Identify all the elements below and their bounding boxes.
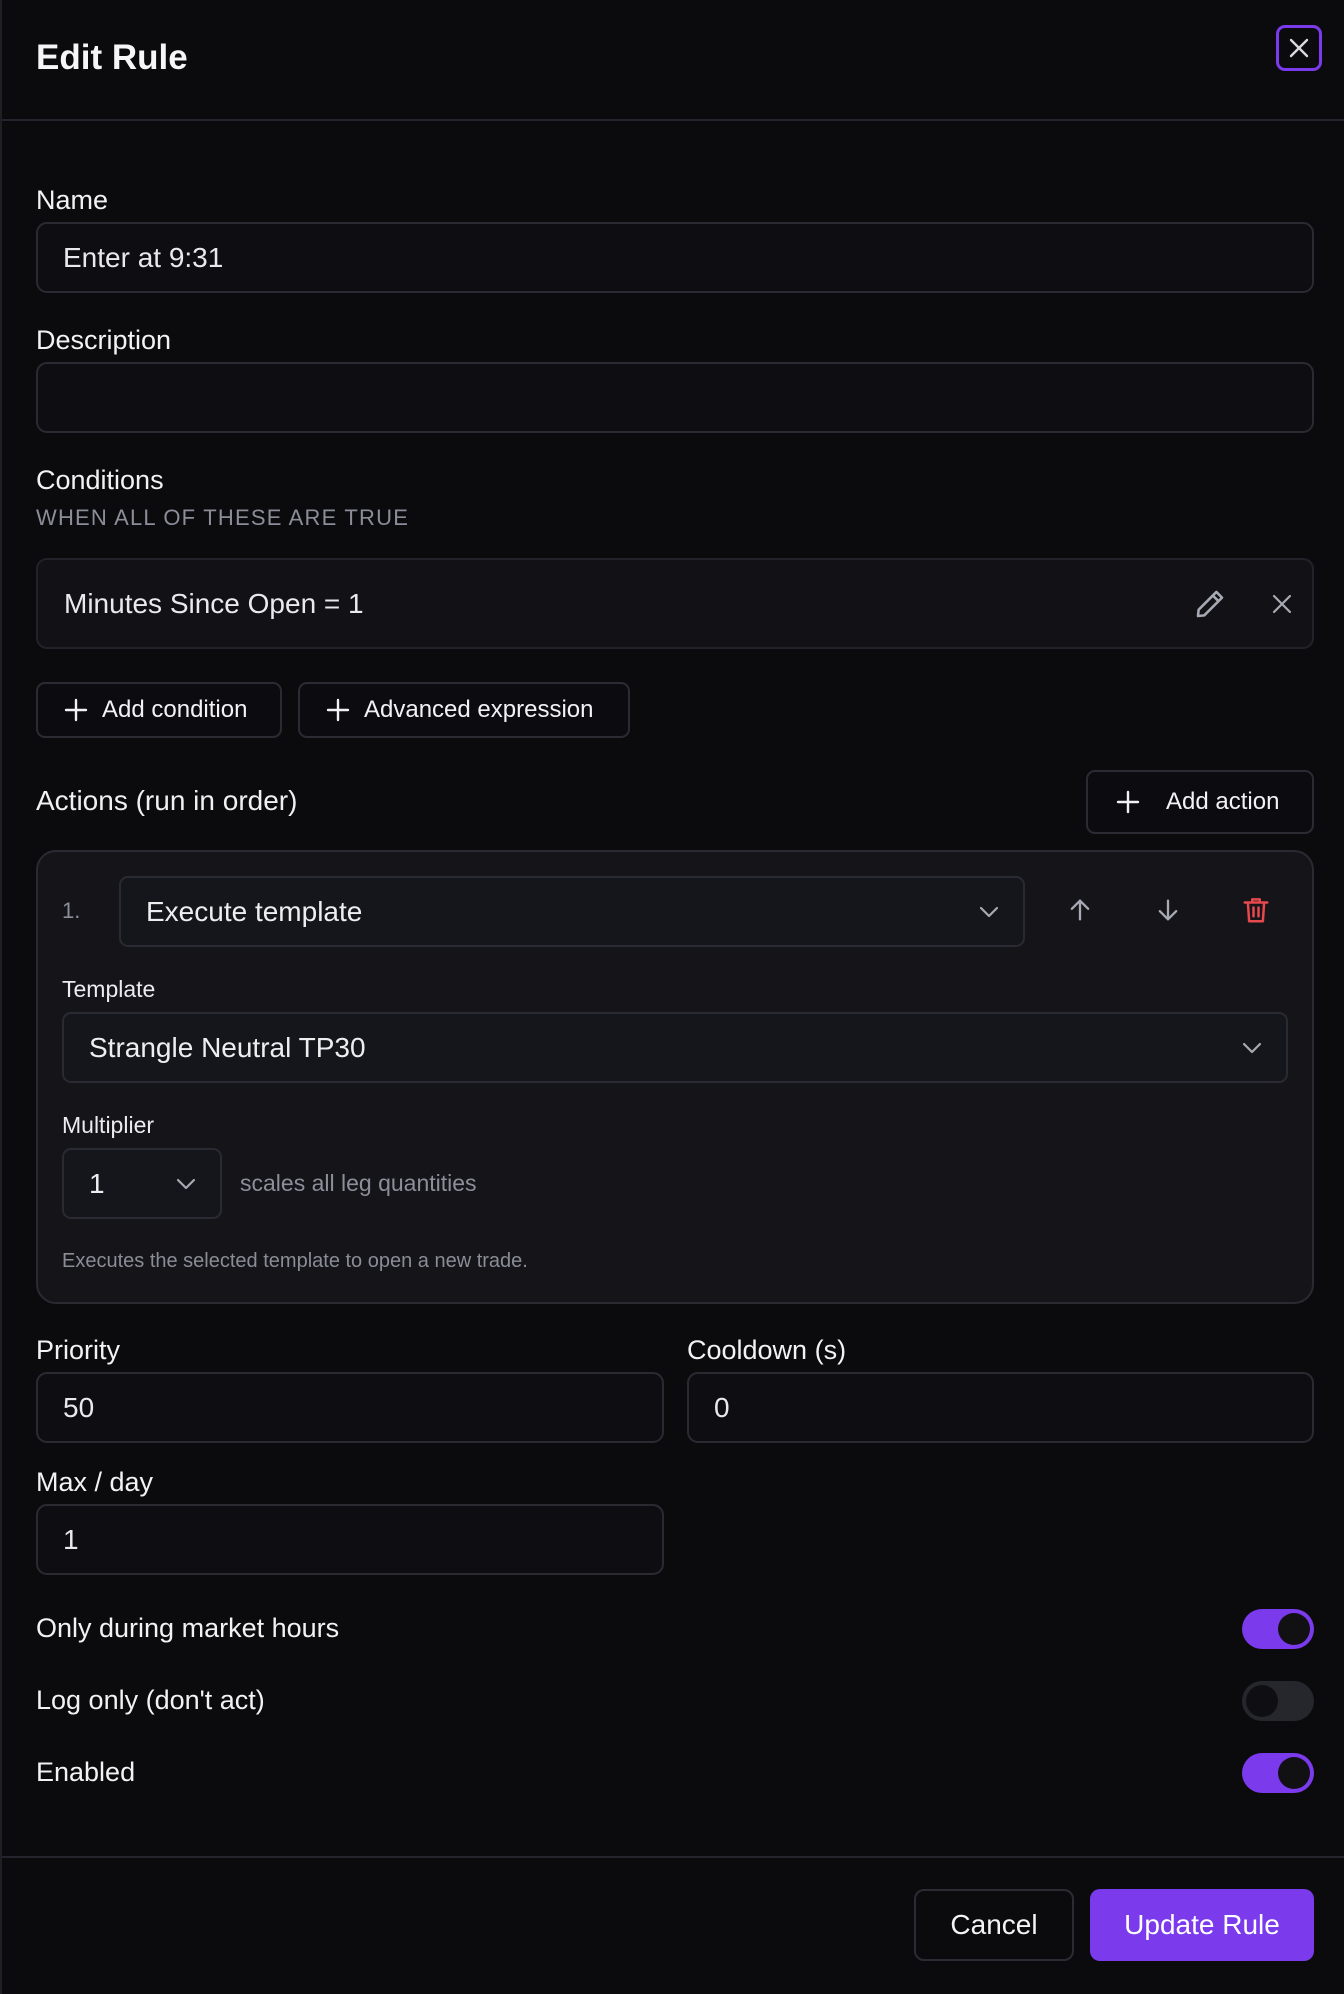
log-only-toggle[interactable] — [1242, 1681, 1314, 1721]
advanced-expression-button[interactable]: Advanced expression — [298, 682, 630, 738]
description-input[interactable] — [36, 362, 1314, 433]
update-rule-button[interactable]: Update Rule — [1090, 1889, 1314, 1961]
action-card: 1. Execute template Template Strangle Ne… — [36, 850, 1314, 1304]
delete-action-button[interactable] — [1234, 888, 1278, 932]
move-down-button[interactable] — [1146, 888, 1190, 932]
name-label: Name — [36, 185, 109, 215]
close-button[interactable] — [1276, 25, 1322, 71]
description-label: Description — [36, 325, 172, 355]
plus-icon — [1116, 790, 1140, 814]
dialog-title: Edit Rule — [36, 38, 188, 77]
action-description: Executes the selected template to open a… — [62, 1250, 528, 1272]
remove-condition-button[interactable] — [1260, 582, 1304, 626]
chevron-down-icon — [176, 1178, 196, 1190]
priority-input[interactable]: 50 — [36, 1372, 664, 1443]
action-index: 1. — [62, 898, 81, 923]
action-type-value: Execute template — [146, 895, 363, 927]
edit-rule-dialog: Edit Rule Name Enter at 9:31 Description… — [0, 0, 1344, 1994]
cooldown-input[interactable]: 0 — [687, 1372, 1314, 1443]
chevron-down-icon — [979, 906, 999, 918]
multiplier-label: Multiplier — [62, 1112, 155, 1138]
plus-icon — [64, 698, 88, 722]
name-input[interactable]: Enter at 9:31 — [36, 222, 1314, 293]
multiplier-value: 1 — [89, 1167, 105, 1199]
dialog-header: Edit Rule — [2, 0, 1344, 121]
edit-condition-button[interactable] — [1188, 582, 1232, 626]
plus-icon — [326, 698, 350, 722]
pencil-icon — [1196, 590, 1224, 618]
chevron-down-icon — [1242, 1042, 1262, 1054]
advanced-expression-label: Advanced expression — [364, 696, 594, 723]
multiplier-select[interactable]: 1 — [62, 1148, 222, 1219]
trash-icon — [1243, 898, 1269, 923]
close-icon — [1289, 38, 1309, 58]
priority-label: Priority — [36, 1335, 121, 1365]
template-select[interactable]: Strangle Neutral TP30 — [62, 1012, 1288, 1083]
max-per-day-input[interactable]: 1 — [36, 1504, 664, 1575]
enabled-label: Enabled — [36, 1757, 136, 1787]
add-condition-label: Add condition — [102, 696, 248, 723]
cancel-button[interactable]: Cancel — [914, 1889, 1074, 1961]
add-action-button[interactable]: Add action — [1086, 770, 1314, 834]
market-hours-toggle[interactable] — [1242, 1609, 1314, 1649]
max-per-day-label: Max / day — [36, 1467, 154, 1497]
add-condition-button[interactable]: Add condition — [36, 682, 282, 738]
actions-title: Actions (run in order) — [36, 785, 298, 816]
template-value: Strangle Neutral TP30 — [89, 1031, 366, 1063]
action-type-select[interactable]: Execute template — [119, 876, 1025, 947]
conditions-sublabel: WHEN ALL OF THESE ARE TRUE — [36, 505, 410, 530]
condition-text: Minutes Since Open = 1 — [64, 588, 364, 619]
multiplier-hint: scales all leg quantities — [240, 1170, 477, 1196]
add-action-label: Add action — [1166, 788, 1280, 815]
conditions-label: Conditions — [36, 465, 164, 495]
move-up-button[interactable] — [1058, 888, 1102, 932]
log-only-label: Log only (don't act) — [36, 1685, 265, 1715]
cooldown-label: Cooldown (s) — [687, 1335, 847, 1365]
template-label: Template — [62, 976, 156, 1002]
arrow-up-icon — [1070, 899, 1090, 921]
enabled-toggle[interactable] — [1242, 1753, 1314, 1793]
condition-item: Minutes Since Open = 1 — [36, 558, 1314, 649]
market-hours-label: Only during market hours — [36, 1613, 340, 1643]
arrow-down-icon — [1158, 899, 1178, 921]
x-icon — [1272, 594, 1292, 614]
